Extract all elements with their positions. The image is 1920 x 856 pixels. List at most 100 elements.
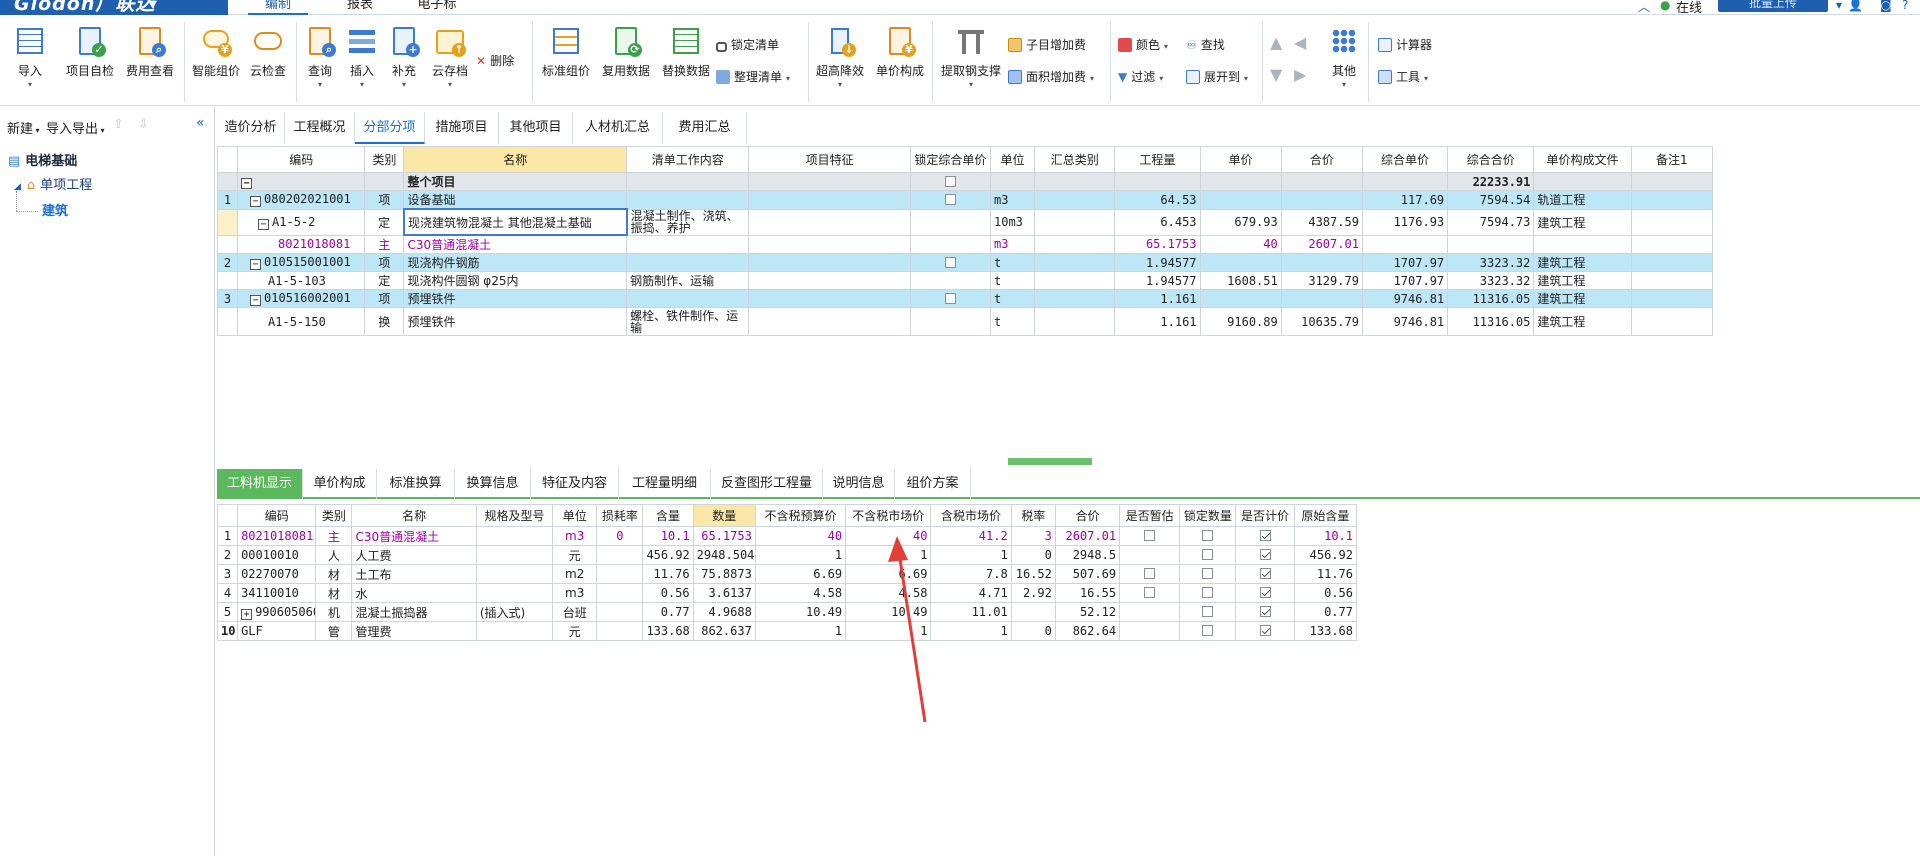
loss-rate-cell[interactable] bbox=[596, 621, 644, 641]
insert-button[interactable]: 插入 ▾ bbox=[344, 24, 380, 89]
tax-rate-cell[interactable]: 0 bbox=[1010, 621, 1056, 641]
price-file-cell[interactable]: 建筑工程 bbox=[1533, 289, 1632, 308]
detail-tab-5[interactable]: 工程量明细 bbox=[619, 469, 711, 499]
resource-row[interactable]: 1 8021018081 主 C30普通混凝土 m3 0 10.1 65.1753 40 40 41… bbox=[216, 526, 1358, 546]
content-cell[interactable]: 0.77 bbox=[642, 602, 694, 622]
name-cell[interactable]: 设备基础 bbox=[403, 190, 628, 210]
replace-data-button[interactable]: 替换数据 bbox=[658, 24, 714, 79]
tax-rate-cell[interactable]: 3 bbox=[1010, 526, 1056, 546]
tax-rate-cell[interactable]: 16.52 bbox=[1010, 564, 1056, 584]
column-header[interactable]: 单价构成文件 bbox=[1533, 146, 1632, 173]
feature-cell[interactable] bbox=[748, 208, 911, 236]
collapse-toggle-icon[interactable]: − bbox=[241, 178, 253, 189]
work-content-cell[interactable] bbox=[626, 190, 750, 210]
lock-qty-checkbox[interactable] bbox=[1202, 568, 1214, 579]
calculator-button[interactable]: 计算器 bbox=[1378, 36, 1432, 54]
lock-qty-cell[interactable] bbox=[1179, 583, 1237, 603]
quantity-cell[interactable]: 3.6137 bbox=[692, 583, 756, 603]
content-cell[interactable]: 133.68 bbox=[642, 621, 694, 641]
column-header[interactable]: 锁定数量 bbox=[1179, 504, 1237, 527]
name-cell[interactable]: 土工布 bbox=[351, 564, 477, 584]
column-header[interactable]: 名称 bbox=[351, 504, 477, 527]
work-content-cell[interactable]: 螺栓、铁件制作、运输 bbox=[626, 307, 750, 336]
tax-rate-cell[interactable]: 2.92 bbox=[1010, 583, 1056, 603]
estimate-cell[interactable] bbox=[1119, 545, 1181, 565]
name-cell[interactable]: C30普通混凝土 bbox=[403, 234, 628, 254]
loss-rate-cell[interactable] bbox=[596, 583, 644, 603]
spec-cell[interactable]: (插入式) bbox=[475, 602, 554, 622]
table-row[interactable]: − A1-5-2 定现浇建筑物混凝土 其他混凝土基础 混凝土制作、浇筑、振捣、养护 10… bbox=[216, 208, 1714, 236]
chevron-down-icon[interactable]: ▾ bbox=[1836, 0, 1842, 12]
expand-to-button[interactable]: 展开到 ▾ bbox=[1186, 68, 1248, 86]
table-row-summary[interactable]: − 整个项目 22233.91 bbox=[216, 172, 1714, 191]
content-cell[interactable]: 10.1 bbox=[642, 526, 694, 546]
estimate-cell[interactable] bbox=[1119, 621, 1181, 641]
column-header[interactable]: 锁定综合单价 bbox=[909, 146, 992, 173]
tax-market-price-cell[interactable]: 1 bbox=[930, 621, 1012, 641]
code-cell[interactable]: +990605060 bbox=[237, 602, 317, 622]
estimate-cell[interactable] bbox=[1119, 583, 1181, 603]
chevron-down-icon[interactable]: ▼ bbox=[149, 0, 158, 15]
column-header[interactable]: 单位 bbox=[989, 146, 1036, 173]
column-header[interactable]: 综合单价 bbox=[1361, 146, 1449, 173]
tab-electronic-bid[interactable]: 电子标 bbox=[402, 0, 472, 15]
tax-market-price-cell[interactable]: 11.01 bbox=[930, 602, 1012, 622]
code-cell[interactable]: −010515001001 bbox=[237, 253, 366, 272]
tree-project[interactable]: ▤ 电梯基础 bbox=[8, 150, 77, 169]
column-header[interactable]: 名称 bbox=[403, 146, 628, 173]
code-cell[interactable]: 00010010 bbox=[237, 545, 317, 565]
table-row[interactable]: 2−010515001001 项现浇构件钢筋 t 1.94577 1707.97 3323… bbox=[216, 253, 1714, 272]
name-cell[interactable]: 现浇构件圆钢 φ25内 bbox=[403, 271, 628, 290]
code-cell[interactable]: 8021018081 bbox=[237, 526, 317, 546]
work-content-cell[interactable] bbox=[626, 253, 750, 272]
lock-qty-checkbox[interactable] bbox=[1202, 625, 1214, 636]
price-file-cell[interactable]: 建筑工程 bbox=[1533, 253, 1632, 272]
collapse-toggle-icon[interactable]: − bbox=[258, 218, 270, 230]
quantity-cell[interactable]: 6.453 bbox=[1114, 208, 1201, 236]
move-up-icon[interactable]: ▲ bbox=[1270, 34, 1282, 52]
move-down-icon[interactable]: ⇩ bbox=[138, 117, 149, 132]
column-header[interactable]: 备注1 bbox=[1630, 146, 1714, 173]
tab-2[interactable]: 分部分项 bbox=[355, 112, 425, 144]
tab-4[interactable]: 其他项目 bbox=[499, 112, 573, 144]
market-price-cell[interactable]: 6.69 bbox=[845, 564, 932, 584]
column-header[interactable]: 编码 bbox=[237, 504, 317, 527]
code-cell[interactable]: 8021018081 bbox=[237, 234, 366, 254]
lock-qty-cell[interactable] bbox=[1179, 564, 1237, 584]
table-row[interactable]: A1-5-103 定现浇构件圆钢 φ25内 钢筋制作、运输 t 1.94577 1608.… bbox=[216, 271, 1714, 290]
lock-cell[interactable] bbox=[909, 253, 992, 272]
priced-cell[interactable] bbox=[1235, 621, 1295, 641]
collapse-toggle-icon[interactable]: − bbox=[250, 196, 262, 208]
column-header[interactable]: 不含税预算价 bbox=[754, 504, 847, 527]
cloud-check-button[interactable]: 云检查 bbox=[246, 24, 290, 79]
tax-rate-cell[interactable] bbox=[1010, 602, 1056, 622]
lock-cell[interactable] bbox=[909, 307, 992, 336]
column-header[interactable]: 数量 bbox=[692, 504, 756, 527]
tax-rate-cell[interactable]: 0 bbox=[1010, 545, 1056, 565]
column-header[interactable]: 损耗率 bbox=[596, 504, 644, 527]
priced-cell[interactable] bbox=[1235, 564, 1295, 584]
extract-steel-button[interactable]: 提取钢支撑 ▾ bbox=[936, 24, 1006, 89]
robot-icon[interactable]: ◙ bbox=[1880, 0, 1892, 12]
priced-checkbox[interactable] bbox=[1259, 625, 1271, 636]
detail-tab-7[interactable]: 说明信息 bbox=[823, 469, 895, 499]
priced-checkbox[interactable] bbox=[1259, 530, 1271, 541]
remark-cell[interactable] bbox=[1630, 190, 1714, 210]
quantity-cell[interactable]: 65.1753 bbox=[1114, 234, 1201, 254]
priced-checkbox[interactable] bbox=[1259, 549, 1271, 560]
feature-cell[interactable] bbox=[748, 307, 911, 336]
remark-cell[interactable] bbox=[1630, 289, 1714, 308]
std-price-button[interactable]: 标准组价 bbox=[538, 24, 594, 79]
column-header[interactable]: 项目特征 bbox=[748, 146, 911, 173]
code-cell[interactable]: GLF bbox=[237, 621, 317, 641]
batch-upload-button[interactable]: 批量上传 bbox=[1718, 0, 1828, 12]
column-header[interactable]: 编码 bbox=[237, 146, 366, 173]
column-header[interactable]: 规格及型号 bbox=[475, 504, 554, 527]
content-cell[interactable]: 11.76 bbox=[642, 564, 694, 584]
tax-market-price-cell[interactable]: 7.8 bbox=[930, 564, 1012, 584]
market-price-cell[interactable]: 1 bbox=[845, 545, 932, 565]
import-button[interactable]: 导入 ▾ bbox=[10, 24, 50, 89]
code-cell[interactable]: − A1-5-2 bbox=[237, 208, 366, 236]
find-button[interactable]: ♾ 查找 bbox=[1186, 36, 1225, 54]
code-cell[interactable]: A1-5-103 bbox=[237, 271, 366, 290]
